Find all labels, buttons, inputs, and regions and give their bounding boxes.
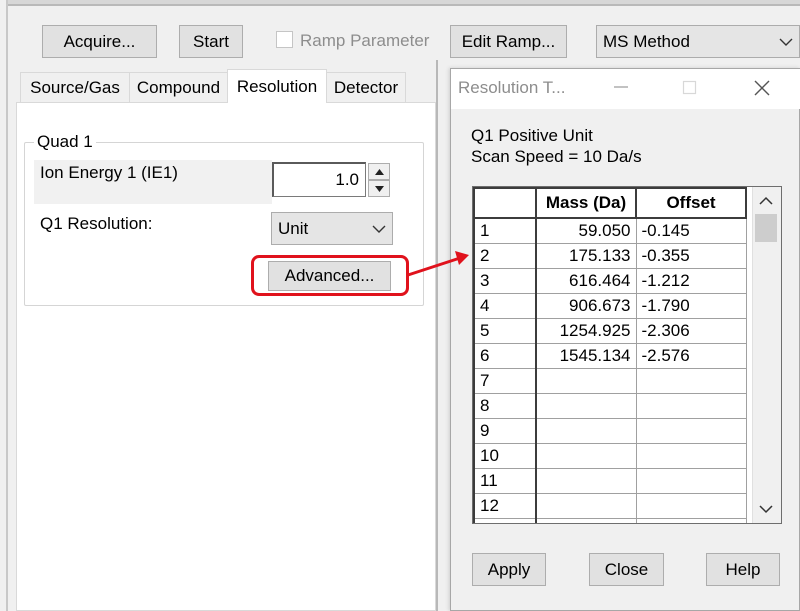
scroll-up-icon[interactable] — [759, 196, 773, 206]
offset-cell[interactable]: -1.790 — [635, 292, 747, 319]
method-select-value: MS Method — [603, 31, 690, 51]
ramp-parameter-label: Ramp Parameter — [300, 31, 430, 50]
quad-group-title: Quad 1 — [34, 132, 96, 152]
table-row[interactable]: 4 906.673 -1.790 — [473, 292, 747, 319]
spin-up-icon — [374, 168, 384, 175]
ramp-parameter-checkbox[interactable] — [276, 31, 293, 48]
offset-cell[interactable]: -2.576 — [635, 342, 747, 369]
close-icon[interactable] — [752, 78, 772, 98]
offset-cell[interactable] — [635, 467, 747, 494]
table-row[interactable]: 10 — [473, 442, 747, 469]
method-select[interactable]: MS Method — [596, 25, 800, 58]
row-header-cell: 3 — [473, 267, 537, 294]
q1-resolution-select[interactable]: Unit — [271, 212, 393, 245]
offset-cell[interactable]: -0.355 — [635, 242, 747, 269]
table-row[interactable]: 6 1545.134 -2.576 — [473, 342, 747, 369]
offset-cell[interactable] — [635, 517, 747, 523]
offset-cell[interactable] — [635, 367, 747, 394]
minimize-icon[interactable] — [612, 80, 630, 94]
table-row[interactable]: 7 — [473, 367, 747, 394]
table-row[interactable]: 12 — [473, 492, 747, 519]
window-left-border — [0, 0, 8, 611]
mass-cell[interactable]: 616.464 — [535, 267, 637, 294]
offset-cell[interactable]: -1.212 — [635, 267, 747, 294]
mass-cell[interactable]: 1254.925 — [535, 317, 637, 344]
mass-cell[interactable] — [535, 442, 637, 469]
mass-cell[interactable] — [535, 467, 637, 494]
offset-cell[interactable] — [635, 417, 747, 444]
tab-detector[interactable]: Detector — [326, 72, 406, 102]
table-row[interactable]: 2 175.133 -0.355 — [473, 242, 747, 269]
grid-corner-cell — [473, 187, 537, 219]
maximize-icon[interactable] — [682, 80, 698, 96]
panel-divider — [436, 60, 442, 611]
table-row[interactable] — [473, 517, 747, 523]
table-row[interactable]: 5 1254.925 -2.306 — [473, 317, 747, 344]
mass-cell[interactable] — [535, 392, 637, 419]
row-header-cell: 10 — [473, 442, 537, 469]
row-header-cell: 5 — [473, 317, 537, 344]
mass-cell[interactable] — [535, 492, 637, 519]
mass-cell[interactable] — [535, 417, 637, 444]
table-row[interactable]: 11 — [473, 467, 747, 494]
row-header-cell: 6 — [473, 342, 537, 369]
chevron-down-icon — [779, 38, 793, 46]
mass-cell[interactable]: 1545.134 — [535, 342, 637, 369]
mass-cell[interactable] — [535, 367, 637, 394]
advanced-highlight — [251, 255, 409, 296]
mass-cell[interactable]: 59.050 — [535, 217, 637, 244]
table-row[interactable]: 8 — [473, 392, 747, 419]
edit-ramp-button[interactable]: Edit Ramp... — [450, 25, 567, 58]
row-header-cell: 7 — [473, 367, 537, 394]
column-header-offset[interactable]: Offset — [635, 187, 747, 219]
row-header-cell: 11 — [473, 467, 537, 494]
offset-cell[interactable]: -0.145 — [635, 217, 747, 244]
resolution-table: Mass (Da) Offset 1 59.050 -0.145 2 175.133 -0… — [473, 187, 747, 523]
scroll-down-icon[interactable] — [759, 504, 773, 514]
row-header-cell: 9 — [473, 417, 537, 444]
offset-cell[interactable] — [635, 492, 747, 519]
close-button[interactable]: Close — [589, 553, 664, 586]
spin-down-icon — [374, 185, 384, 192]
offset-cell[interactable]: -2.306 — [635, 317, 747, 344]
scrollbar-thumb[interactable] — [755, 214, 777, 242]
table-row[interactable]: 1 59.050 -0.145 — [473, 217, 747, 244]
spin-down-button[interactable] — [368, 180, 390, 197]
table-row[interactable]: 9 — [473, 417, 747, 444]
mass-cell[interactable]: 175.133 — [535, 242, 637, 269]
dialog-title: Resolution T... — [458, 78, 566, 97]
start-button[interactable]: Start — [179, 25, 243, 58]
row-header-cell: 4 — [473, 292, 537, 319]
callout-arrow — [407, 251, 469, 277]
dialog-info-line1: Q1 Positive Unit — [471, 126, 593, 145]
table-row[interactable]: 3 616.464 -1.212 — [473, 267, 747, 294]
acquire-button[interactable]: Acquire... — [42, 25, 157, 58]
dialog-info-line2: Scan Speed = 10 Da/s — [471, 147, 642, 166]
chevron-down-icon — [372, 225, 386, 233]
q1-resolution-value: Unit — [278, 218, 309, 238]
offset-cell[interactable] — [635, 442, 747, 469]
apply-button[interactable]: Apply — [472, 553, 546, 586]
row-header-cell: 12 — [473, 492, 537, 519]
tab-resolution[interactable]: Resolution — [227, 69, 327, 103]
tab-source-gas[interactable]: Source/Gas — [20, 72, 130, 102]
ion-energy-label: Ion Energy 1 (IE1) — [40, 163, 178, 182]
mass-cell[interactable]: 906.673 — [535, 292, 637, 319]
offset-cell[interactable] — [635, 392, 747, 419]
window-top-border — [0, 0, 800, 6]
q1-resolution-label: Q1 Resolution: — [40, 214, 153, 233]
row-header-cell — [473, 517, 537, 523]
row-header-cell: 2 — [473, 242, 537, 269]
row-header-cell: 8 — [473, 392, 537, 419]
ion-energy-input[interactable] — [272, 162, 366, 197]
resolution-grid: Mass (Da) Offset 1 59.050 -0.145 2 175.133 -0… — [472, 186, 782, 524]
column-header-mass[interactable]: Mass (Da) — [535, 187, 637, 219]
mass-cell[interactable] — [535, 517, 637, 523]
help-button[interactable]: Help — [706, 553, 780, 586]
row-header-cell: 1 — [473, 217, 537, 244]
spin-up-button[interactable] — [368, 163, 390, 180]
tab-compound[interactable]: Compound — [129, 72, 228, 102]
